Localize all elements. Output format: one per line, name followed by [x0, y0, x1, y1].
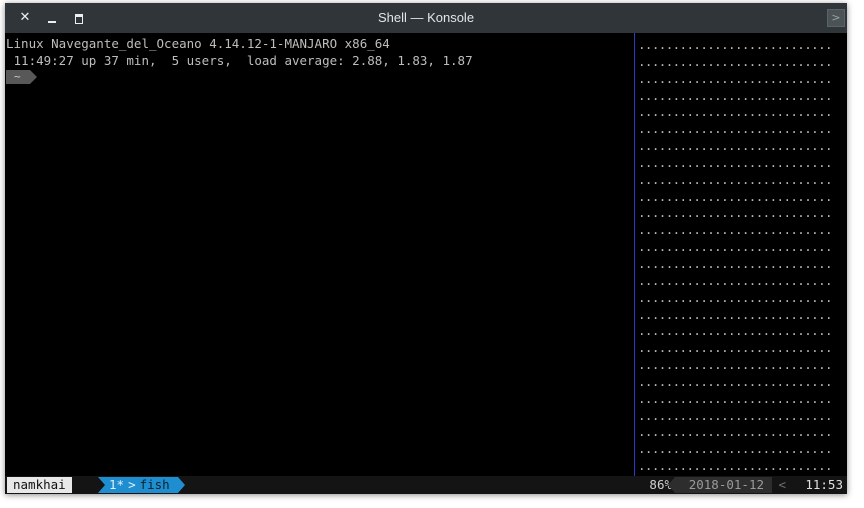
konsole-window: ✕ Shell — Konsole > Linux Navegante_del_…: [5, 3, 847, 494]
session-name: namkhai: [7, 477, 72, 493]
status-separator: <: [778, 477, 786, 492]
dot-fill-pattern: ............................ ...........…: [638, 37, 833, 474]
pane-divider[interactable]: [634, 33, 635, 476]
window-separator: >: [128, 477, 136, 492]
tmux-status-bar: namkhai 1* > fish 86% 2018-01-12 < 11:53: [5, 476, 847, 494]
left-pane[interactable]: Linux Navegante_del_Oceano 4.14.12-1-MAN…: [5, 33, 633, 476]
status-date: 2018-01-12: [667, 477, 772, 493]
uname-output: Linux Navegante_del_Oceano 4.14.12-1-MAN…: [6, 36, 390, 51]
right-pane[interactable]: ............................ ...........…: [638, 33, 847, 476]
window-title: Shell — Konsole: [377, 10, 475, 25]
window-index: 1*: [109, 477, 125, 492]
status-time: 11:53: [805, 477, 843, 492]
window-tab-fish[interactable]: 1* > fish: [98, 477, 185, 493]
shell-prompt: ~: [6, 70, 37, 84]
title-bar[interactable]: ✕ Shell — Konsole >: [5, 3, 847, 33]
uptime-output: 11:49:27 up 37 min, 5 users, load averag…: [6, 53, 473, 68]
terminal-area[interactable]: Linux Navegante_del_Oceano 4.14.12-1-MAN…: [5, 33, 847, 476]
menu-arrow-button[interactable]: >: [827, 9, 845, 27]
window-name: fish: [139, 477, 170, 492]
